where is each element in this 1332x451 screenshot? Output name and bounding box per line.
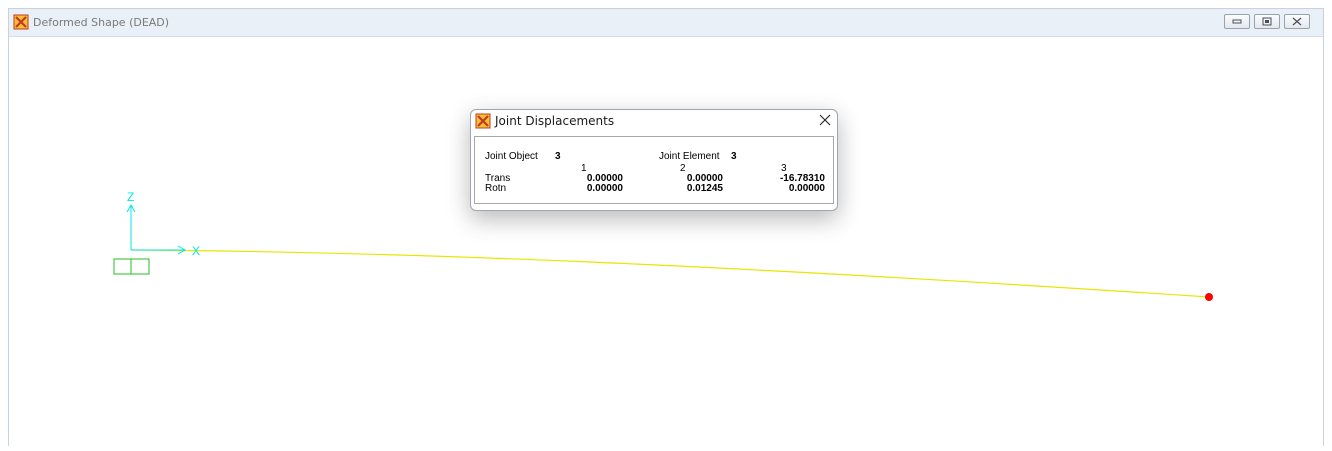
x-axis-label: X [192,244,200,258]
dialog-title: Joint Displacements [495,114,615,128]
sap-app-icon [475,113,491,129]
displacements-panel: Joint Object 3 Joint Element 3 1 2 3 Tra… [474,136,834,204]
z-axis-label: Z [127,190,134,204]
deformed-beam[interactable] [130,249,1210,298]
minimize-icon [1232,19,1242,24]
window-title-bar[interactable]: Deformed Shape (DEAD) [9,9,1323,37]
sap-app-icon [13,14,29,30]
close-icon [1292,17,1302,26]
joint-displacements-dialog: Joint Displacements Joint Object 3 Joint… [470,109,838,211]
joint-element-value: 3 [731,151,737,162]
minimize-button[interactable] [1224,14,1250,29]
row-label-rotn: Rotn [485,183,507,194]
window-title: Deformed Shape (DEAD) [33,16,170,29]
dialog-close-icon[interactable] [815,111,835,129]
joint-object-label: Joint Object [485,151,538,162]
joint-object-value: 3 [555,151,561,162]
rotn-value-2: 0.01245 [686,183,723,194]
rotn-value-1: 0.00000 [586,183,623,194]
model-viewport[interactable]: Z X [9,36,1323,447]
deformed-shape-canvas[interactable]: Z X [9,36,1325,447]
close-window-button[interactable] [1284,14,1310,29]
restore-button[interactable] [1254,14,1280,29]
restore-icon [1262,17,1272,26]
joint-element-label: Joint Element [659,151,720,162]
deformed-shape-window: Deformed Shape (DEAD) Z X [8,8,1324,446]
rotn-value-3: 0.00000 [788,183,825,194]
selected-joint-marker[interactable] [1205,293,1213,301]
